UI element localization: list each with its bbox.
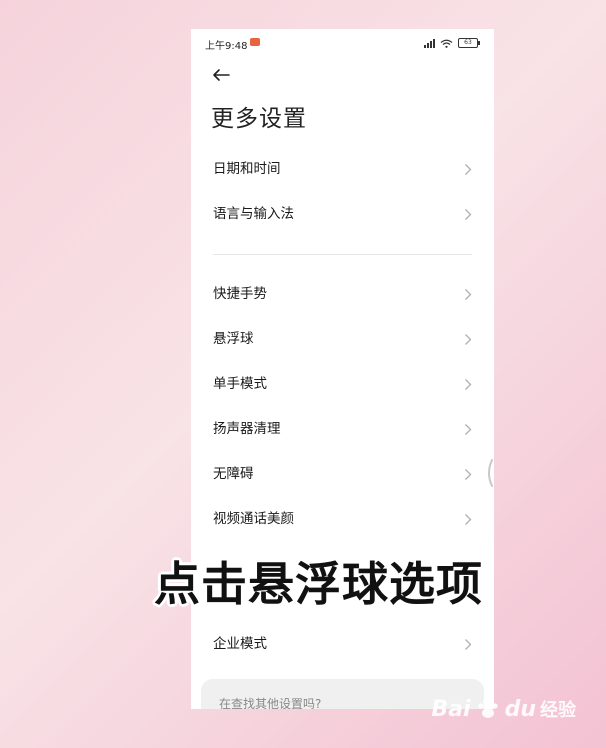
menu-item-shortcut-gestures[interactable]: 快捷手势 — [191, 272, 494, 317]
chevron-right-icon — [465, 424, 472, 435]
menu-item-one-handed-mode[interactable]: 单手模式 — [191, 362, 494, 407]
menu-item-label: 快捷手势 — [213, 286, 267, 302]
battery-icon: 63 — [458, 38, 480, 48]
menu-item-language-input[interactable]: 语言与输入法 — [191, 192, 494, 237]
menu-item-label: 扬声器清理 — [213, 421, 281, 437]
menu-item-label: 悬浮球 — [213, 331, 254, 347]
notification-icon — [250, 38, 260, 46]
signal-icon — [424, 38, 435, 48]
baidu-jingyan-watermark: Bai du 经验 — [431, 696, 576, 722]
menu-item-label: 单手模式 — [213, 376, 267, 392]
watermark-jingyan: 经验 — [540, 700, 576, 721]
chevron-right-icon — [465, 209, 472, 220]
back-button[interactable] — [209, 65, 233, 85]
menu-item-accessibility[interactable]: 无障碍 — [191, 452, 494, 497]
chevron-right-icon — [465, 164, 472, 175]
menu-item-speaker-cleaner[interactable]: 扬声器清理 — [191, 407, 494, 452]
search-card-text: 在查找其他设置吗? — [219, 697, 322, 709]
chevron-right-icon — [465, 639, 472, 650]
floating-edge-handle[interactable] — [484, 458, 494, 488]
wifi-icon — [440, 39, 453, 48]
chevron-right-icon — [465, 469, 472, 480]
chevron-right-icon — [465, 289, 472, 300]
status-icons: 63 — [424, 38, 480, 48]
menu-item-label: 日期和时间 — [213, 161, 281, 177]
divider — [213, 254, 472, 255]
status-time: 上午9:48 — [205, 41, 248, 52]
menu-item-label: 语言与输入法 — [213, 206, 294, 222]
menu-item-date-time[interactable]: 日期和时间 — [191, 147, 494, 192]
menu-item-label: 视频通话美颜 — [213, 511, 294, 527]
menu-item-enterprise-mode[interactable]: 企业模式 — [191, 622, 494, 667]
chevron-right-icon — [465, 379, 472, 390]
watermark-bai: Bai — [431, 696, 471, 722]
menu-item-video-call-beauty[interactable]: 视频通话美颜 — [191, 497, 494, 542]
paw-icon — [477, 698, 498, 718]
menu-item-label: 无障碍 — [213, 466, 254, 482]
menu-item-floating-ball[interactable]: 悬浮球 — [191, 317, 494, 362]
page-title: 更多设置 — [211, 106, 307, 132]
watermark-du: du — [504, 696, 536, 722]
chevron-right-icon — [465, 334, 472, 345]
status-bar: 上午9:48 63 — [191, 29, 494, 57]
menu-item-label: 企业模式 — [213, 636, 267, 652]
chevron-right-icon — [465, 514, 472, 525]
overlay-caption: 点击悬浮球选项 — [154, 557, 483, 611]
